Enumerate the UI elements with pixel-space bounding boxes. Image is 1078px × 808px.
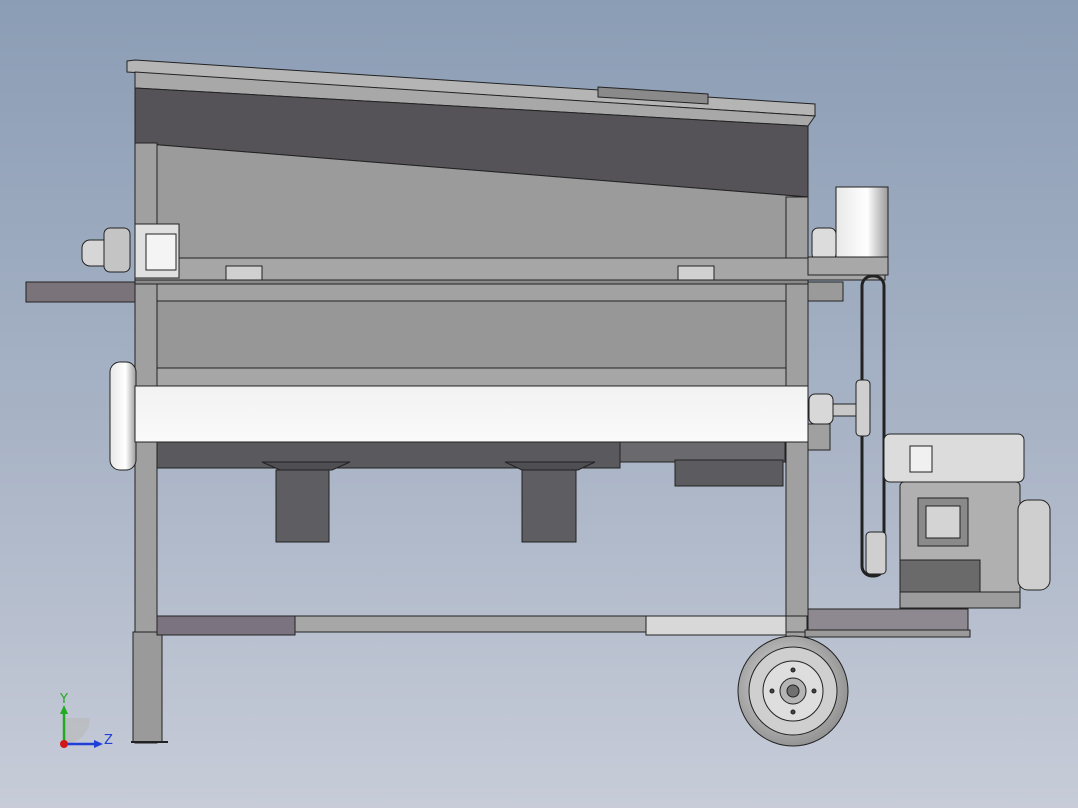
housing-band [156,283,787,302]
drum-bearing [808,393,834,425]
wheel [737,635,849,747]
lower-beam-pad-left [156,615,296,636]
trough-step [674,459,784,487]
housing-panel [156,300,787,369]
upper-pulley [855,379,871,437]
left-outrigger [25,281,136,303]
housing-strip [156,367,787,387]
upper-rail-lip [134,279,809,285]
z-axis-label: Z [104,733,113,748]
outlet-chute-1 [275,469,330,543]
belt-drive [855,274,887,578]
coordinate-triad: Y Z [59,692,113,748]
hinge-1 [225,265,263,281]
drum-end-cap [109,361,137,471]
triad-origin [60,740,68,748]
hopper [126,59,816,263]
sieve-housing [156,283,787,387]
drum [134,385,809,443]
engine-recoil-starter [1017,499,1051,591]
right-bearing [811,227,837,261]
y-axis-label: Y [59,692,68,707]
lower-pulley [865,531,887,575]
lower-beam-pad-right [645,615,787,636]
right-outrigger [807,281,844,302]
drum-assembly [109,361,809,543]
lower-frame [156,608,971,638]
cad-viewport[interactable]: Y Z [0,0,1078,808]
front-foot [132,631,163,743]
hinge-2 [677,265,715,281]
discharge-trough-rear [619,441,786,463]
outlet-chute-2 [521,469,577,543]
engine-fuel-tank [883,433,1025,483]
machine-drawing: Y Z [25,59,1051,748]
engine [883,433,1051,609]
right-pulley-guard [835,186,889,258]
